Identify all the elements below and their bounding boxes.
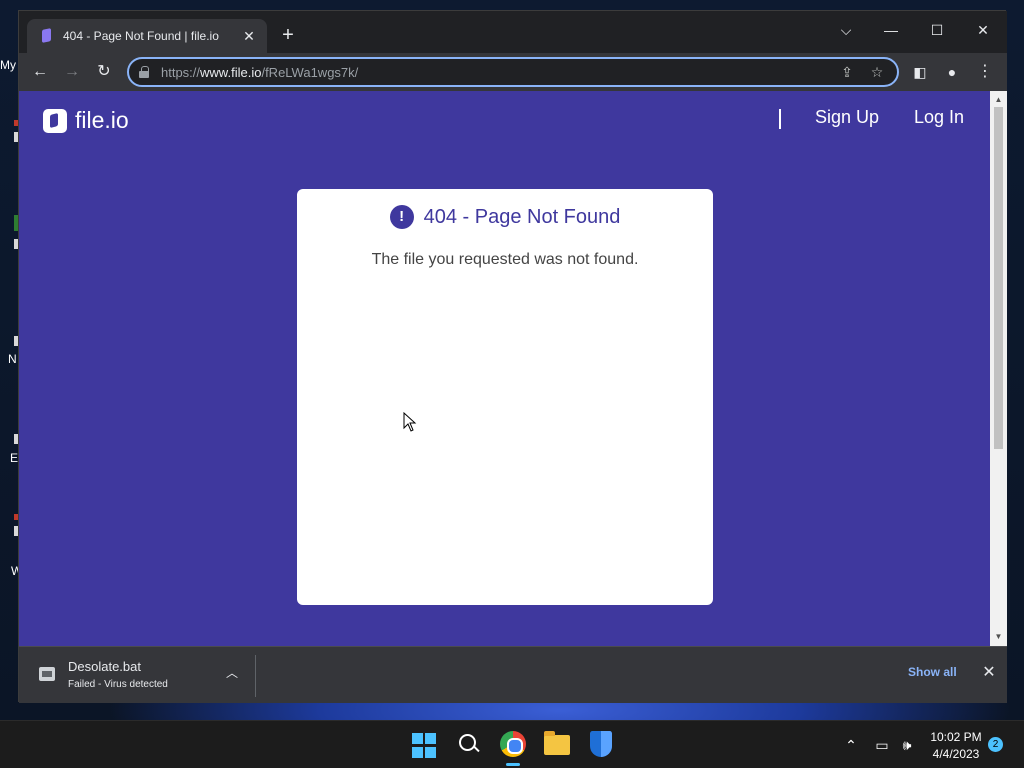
bookmark-star-icon[interactable]: ☆ [867,62,887,82]
download-status: Failed - Virus detected [68,679,168,690]
file-explorer-icon[interactable] [544,731,570,755]
download-shelf: Desolate.bat Failed - Virus detected ︿ S… [19,646,1007,703]
exclamation-icon: ! [389,205,414,229]
mouse-cursor-icon [403,412,417,432]
volume-icon[interactable]: 🕪 [897,735,917,755]
show-all-button[interactable]: Show all [908,665,957,679]
error-message: The file you requested was not found. [371,251,639,268]
defender-shield-icon[interactable] [590,731,612,757]
shelf-divider [255,655,256,697]
window-close-icon[interactable]: ✕ [969,17,997,43]
logo-text: file.io [75,107,129,133]
fileio-favicon-icon [41,29,53,43]
reload-icon[interactable]: ↻ [93,61,115,83]
file-icon [39,667,55,681]
signup-link[interactable]: Sign Up [815,107,879,128]
maximize-icon[interactable]: ☐ [923,17,951,43]
page-viewport: file.io Sign Up Log In ! 404 - Page Not … [19,91,990,646]
scroll-up-icon[interactable]: ▲ [990,93,1007,107]
desktop-icon-fragment[interactable] [0,514,18,536]
network-icon[interactable]: ▭ [872,735,892,755]
site-logo[interactable]: file.io [43,107,129,134]
scroll-down-icon[interactable]: ▼ [990,630,1007,644]
lock-icon[interactable] [139,66,149,78]
tab-search-chevron-icon[interactable]: ⌵ [832,17,860,43]
profile-avatar-icon[interactable]: ● [941,61,963,83]
windows-start-icon[interactable] [412,733,438,759]
chrome-icon[interactable] [500,731,526,757]
back-arrow-icon[interactable]: ← [29,61,51,83]
error-title-row: ! 404 - Page Not Found [297,205,713,229]
minimize-icon[interactable]: — [877,17,905,43]
browser-window: 404 - Page Not Found | file.io ✕ + ⌵ — ☐… [18,10,1007,703]
new-tab-plus-icon[interactable]: + [277,25,299,47]
chevron-up-icon[interactable]: ︿ [224,665,240,681]
desktop-icon-fragment[interactable] [0,120,18,142]
browser-toolbar: ← → ↻ https://www.file.io/fReLWa1wgs7k/ … [19,53,1007,91]
vertical-scrollbar[interactable]: ▲ ▼ [990,91,1007,646]
menu-kebab-icon[interactable]: ⋮ [974,61,996,83]
url-text[interactable]: https://www.file.io/fReLWa1wgs7k/ [161,65,827,80]
desktop-icon-fragment[interactable] [0,215,18,249]
address-bar[interactable]: https://www.file.io/fReLWa1wgs7k/ ⇪ ☆ [127,57,899,87]
download-item[interactable]: Desolate.bat Failed - Virus detected ︿ [19,647,256,703]
tab-strip: 404 - Page Not Found | file.io ✕ + ⌵ — ☐… [19,11,1007,53]
tab-title: 404 - Page Not Found | file.io [63,29,219,43]
error-title: 404 - Page Not Found [423,205,621,228]
download-filename: Desolate.bat [68,659,141,674]
desktop-icon-label[interactable]: My [0,58,18,72]
browser-tab[interactable]: 404 - Page Not Found | file.io ✕ [27,19,267,53]
notification-badge[interactable]: 2 [988,737,1003,752]
active-app-indicator [506,763,520,766]
close-icon[interactable]: ✕ [241,28,257,44]
forward-arrow-icon[interactable]: → [61,61,83,83]
search-icon[interactable] [456,731,482,757]
scroll-thumb[interactable] [994,107,1003,449]
error-card: ! 404 - Page Not Found The file you requ… [297,189,713,605]
desktop-icon-fragment[interactable] [0,336,18,346]
nav-divider [779,109,781,129]
clock-time[interactable]: 10:02 PM [928,730,984,744]
desktop-icon-fragment[interactable] [0,434,18,444]
login-link[interactable]: Log In [914,107,964,128]
fileio-logo-icon [43,108,67,133]
share-icon[interactable]: ⇪ [837,62,857,82]
side-panel-icon[interactable]: ◧ [909,61,931,83]
tray-chevron-up-icon[interactable]: ⌃ [841,735,861,755]
close-shelf-icon[interactable]: ✕ [980,664,998,682]
taskbar: ⌃ ▭ 🕪 10:02 PM 4/4/2023 2 [0,720,1024,768]
clock-date[interactable]: 4/4/2023 [928,747,984,761]
